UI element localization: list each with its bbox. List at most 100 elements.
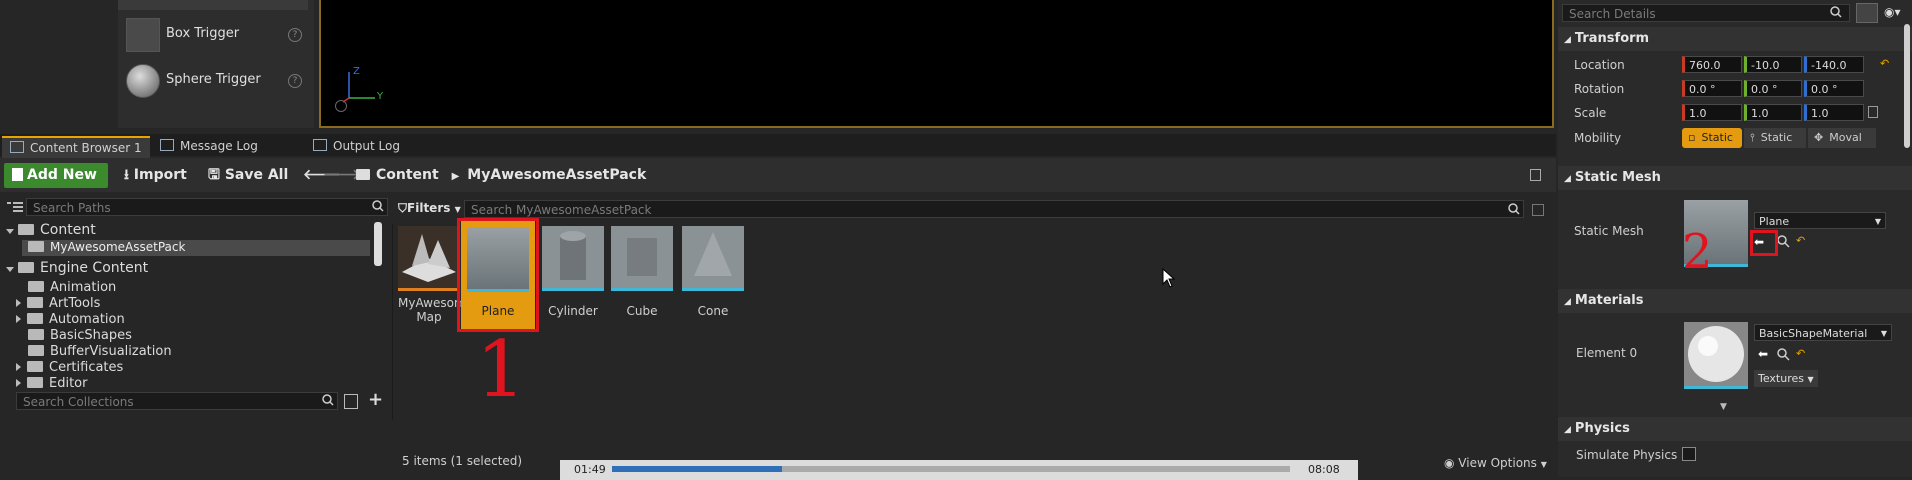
rotation-label: Rotation [1574,82,1625,96]
chevron-down-icon: ▼ [1880,329,1887,338]
path-tree-panel: Search Paths Content MyAwesomeAssetPack … [0,196,390,480]
content-browser-icon [10,141,24,153]
tree-item-automation[interactable]: Automation [16,312,125,328]
section-title: Static Mesh [1574,170,1661,185]
use-selected-asset-icon[interactable]: ⬅ [1758,347,1768,361]
tree-item-certificates[interactable]: Certificates [16,360,123,376]
save-all-button[interactable]: 🖫 Save All [208,164,288,186]
simulate-physics-checkbox[interactable] [1682,447,1696,461]
location-y-field[interactable]: -10.0 [1744,56,1802,73]
location-z-field[interactable]: -140.0 [1804,56,1864,73]
progress-track[interactable] [612,466,1290,472]
help-icon[interactable]: ? [288,74,302,88]
search-details-input[interactable]: Search Details [1562,4,1850,22]
rotation-x-field[interactable]: 0.0 ° [1682,80,1742,97]
asset-label-line2: Map [416,310,442,324]
import-button[interactable]: ⭳ Import [124,164,187,186]
list-item-selected[interactable] [118,0,308,10]
asset-tile-cylinder[interactable]: Cylinder [542,226,604,326]
tree-item-editor[interactable]: Editor [16,376,87,392]
textures-dropdown[interactable]: Textures ▼ [1754,370,1818,387]
eye-icon[interactable]: ◉▾ [1884,5,1901,19]
asset-tile-cube[interactable]: Cube [611,226,673,326]
property-matrix-icon[interactable] [1856,3,1878,23]
tree-label: Animation [50,280,117,295]
axis-gizmo-icon [341,66,381,106]
search-assets-input[interactable]: Search MyAwesomeAssetPack [464,200,1524,218]
filters-button[interactable]: ⛉Filters ▼ [398,201,461,216]
lock-icon[interactable] [1868,106,1878,118]
tab-output-log[interactable]: Output Log [305,136,408,156]
tree-label: ArtTools [49,296,101,311]
mobility-option-label: Static [1701,131,1733,144]
element-0-label: Element 0 [1576,346,1638,360]
expand-more-icon[interactable]: ▼ [1720,402,1727,412]
asset-tile-map[interactable]: MyAwesome Map [398,226,473,326]
add-new-button[interactable]: Add New ▼ [4,163,108,207]
simulate-physics-label: Simulate Physics [1576,448,1678,462]
help-icon[interactable] [335,100,347,112]
forward-arrow-icon[interactable]: 🡒 [323,164,361,186]
section-materials[interactable]: ◢ Materials [1558,289,1912,313]
scale-y-field[interactable]: 1.0 [1744,104,1802,121]
place-item-label: Sphere Trigger [166,72,261,87]
add-collection-icon[interactable]: + [368,389,383,410]
tree-item-content[interactable]: Content [6,222,96,238]
folder-icon [18,224,34,235]
tab-message-log[interactable]: Message Log [152,136,266,156]
mobility-movable-button[interactable]: ✥ Moval [1808,128,1876,148]
place-item-sphere-trigger[interactable]: Sphere Trigger ? [118,58,308,102]
folder-icon [27,377,43,388]
tree-item-buffervisualization[interactable]: BufferVisualization [28,344,172,360]
scale-x-field[interactable]: 1.0 [1682,104,1742,121]
place-item-label: Box Trigger [166,26,240,41]
location-x-field[interactable]: 760.0 [1682,56,1742,73]
tree-item-myawesomeassetpack[interactable]: MyAwesomeAssetPack [22,240,370,256]
tree-item-engine-content[interactable]: Engine Content [6,260,148,276]
add-new-label: Add New [27,167,97,183]
breadcrumb-content[interactable]: Content [376,167,439,183]
tree-item-arttools[interactable]: ArtTools [16,296,100,312]
search-icon [372,200,384,215]
browse-asset-icon[interactable] [1776,234,1790,251]
chevron-down-icon: ▼ [454,205,461,214]
place-item-box-trigger[interactable]: Box Trigger ? [118,12,308,56]
static-icon: ▫ [1688,131,1696,144]
section-static-mesh[interactable]: ◢ Static Mesh [1558,166,1912,190]
video-progress-bar[interactable]: 01:49 08:08 [560,460,1358,480]
tree-label: BasicShapes [50,328,132,343]
eye-icon: ◉ [1444,456,1459,470]
rotation-z-field[interactable]: 0.0 ° [1804,80,1864,97]
search-paths-input[interactable]: Search Paths [26,198,388,216]
view-options-button[interactable]: ◉ View Options ▼ [1444,456,1547,470]
content-browser-toolbar: Add New ▼ ⭳ Import 🖫 Save All 🡐 🡒 Conten… [0,158,1556,207]
tree-scrollbar[interactable] [374,222,382,266]
level-viewport[interactable]: Z Y [319,0,1554,128]
mobility-static-button[interactable]: ▫ Static [1682,128,1742,148]
reset-icon[interactable]: ↶ [1796,234,1805,247]
reset-icon[interactable]: ↶ [1880,57,1889,70]
lock-icon[interactable] [1530,169,1541,181]
search-collections-input[interactable]: Search Collections [16,392,338,410]
tree-item-basicshapes[interactable]: BasicShapes [28,328,132,344]
static-mesh-dropdown[interactable]: Plane ▼ [1754,212,1886,229]
details-scrollbar[interactable] [1904,24,1910,148]
rotation-y-field[interactable]: 0.0 ° [1744,80,1802,97]
scale-z-field[interactable]: 1.0 [1804,104,1864,121]
material-thumbnail[interactable] [1684,322,1748,389]
save-search-icon[interactable] [1532,204,1544,216]
reset-icon[interactable]: ↶ [1796,347,1805,360]
browse-asset-icon[interactable] [1776,347,1790,364]
help-icon[interactable]: ? [288,28,302,42]
tree-item-animation[interactable]: Animation [28,280,116,296]
chevron-down-icon: ◢ [1564,297,1571,307]
breadcrumb-asset-pack[interactable]: MyAwesomeAssetPack [467,167,646,183]
sources-toggle-icon[interactable] [6,200,24,214]
tab-content-browser[interactable]: Content Browser 1 [2,136,150,158]
section-physics[interactable]: ◢ Physics [1558,417,1912,441]
collection-list-icon[interactable] [344,394,358,409]
material-dropdown[interactable]: BasicShapeMaterial ▼ [1754,324,1892,341]
asset-tile-cone[interactable]: Cone [682,226,744,326]
mobility-stationary-button[interactable]: ⫯ Static [1744,128,1806,148]
section-transform[interactable]: ◢ Transform [1558,27,1912,51]
